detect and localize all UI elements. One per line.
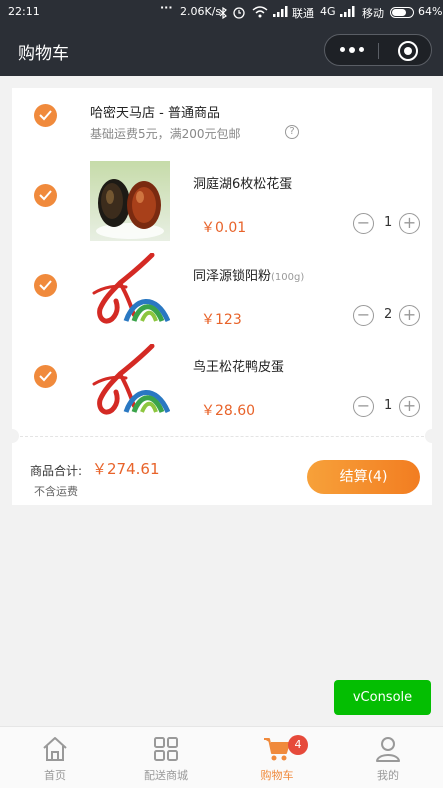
item-select-checkbox[interactable]	[34, 274, 57, 297]
increase-quantity-button[interactable]: +	[399, 305, 420, 326]
product-price: ￥0.01	[201, 220, 247, 236]
signal-icon	[340, 6, 355, 17]
notification-dots-icon: ···	[160, 1, 173, 14]
tab-label: 配送商城	[144, 769, 188, 782]
brand-logo-image	[92, 253, 170, 324]
product-price: ￥28.60	[201, 403, 256, 419]
decrease-quantity-button[interactable]: −	[353, 213, 374, 234]
check-icon	[39, 280, 52, 291]
shop-select-checkbox[interactable]	[34, 104, 57, 127]
home-icon	[43, 737, 67, 761]
quantity-value: 2	[384, 307, 393, 322]
quantity-value: 1	[384, 398, 393, 413]
tab-bar: 首页 配送商城 4 购物车 我的	[0, 726, 443, 788]
tab-mine[interactable]: 我的	[333, 727, 443, 788]
help-icon[interactable]: ?	[285, 125, 299, 139]
bluetooth-icon	[219, 7, 227, 19]
tab-delivery-mall[interactable]: 配送商城	[111, 727, 221, 788]
close-target-icon[interactable]	[398, 41, 418, 61]
cart-item: 鸟王松花鸭皮蛋 ￥28.60 − 1 +	[12, 344, 432, 434]
increase-quantity-button[interactable]: +	[399, 396, 420, 417]
tab-label: 首页	[44, 769, 66, 782]
cart-count-badge: 4	[288, 735, 308, 755]
decrease-quantity-button[interactable]: −	[353, 396, 374, 417]
status-speed: 2.06K/s	[180, 5, 222, 18]
product-image[interactable]	[90, 161, 170, 241]
checkout-button[interactable]: 结算(4)	[307, 460, 420, 494]
mini-program-capsule	[324, 34, 432, 66]
tab-label: 购物车	[260, 769, 294, 782]
cart-item: 同泽源锁阳粉(100g) ￥123 − 2 +	[12, 253, 432, 343]
brand-logo-image	[92, 344, 170, 415]
wifi-icon	[252, 6, 268, 18]
shipping-note: 基础运费5元，满200元包邮	[90, 127, 241, 141]
battery-icon	[390, 7, 414, 18]
total-value: ￥274.61	[92, 460, 160, 478]
vconsole-button[interactable]: vConsole	[334, 680, 431, 715]
shop-name: 哈密天马店 - 普通商品	[90, 106, 220, 121]
product-image[interactable]	[90, 344, 170, 424]
check-icon	[39, 190, 52, 201]
signal-icon	[273, 6, 288, 17]
check-icon	[39, 371, 52, 382]
total-label: 商品合计:	[30, 464, 83, 478]
cart-icon	[264, 738, 290, 761]
status-bar: 22:11 ··· 2.06K/s 联通 4G 移动 64%	[0, 0, 443, 24]
status-time: 22:11	[8, 5, 40, 18]
battery-percent: 64%	[418, 5, 443, 18]
item-select-checkbox[interactable]	[34, 365, 57, 388]
check-icon	[39, 110, 52, 121]
preserved-egg-image	[96, 179, 164, 239]
nav-bar: 购物车	[0, 24, 443, 76]
cart-item: 洞庭湖6枚松花蛋 ￥0.01 − 1 +	[12, 161, 432, 251]
product-price: ￥123	[201, 312, 242, 328]
user-icon	[376, 737, 400, 762]
tab-cart[interactable]: 4 购物车	[222, 727, 332, 788]
product-image[interactable]	[90, 253, 170, 333]
no-shipping-note: 不含运费	[34, 485, 78, 498]
product-name[interactable]: 洞庭湖6枚松花蛋	[193, 173, 292, 192]
increase-quantity-button[interactable]: +	[399, 213, 420, 234]
grid-icon	[154, 737, 178, 761]
product-spec: (100g)	[271, 272, 305, 283]
product-name[interactable]: 鸟王松花鸭皮蛋	[193, 356, 284, 375]
quantity-value: 1	[384, 215, 393, 230]
cart-card: 哈密天马店 - 普通商品 基础运费5元，满200元包邮 ? 洞庭湖6枚松花蛋 ￥…	[5, 88, 439, 505]
status-carrier-1: 联通	[292, 7, 314, 20]
decrease-quantity-button[interactable]: −	[353, 305, 374, 326]
status-network: 4G	[320, 5, 336, 18]
divider	[20, 436, 424, 437]
more-menu-icon[interactable]	[340, 46, 364, 53]
alarm-icon	[233, 7, 245, 19]
status-carrier-2: 移动	[362, 7, 384, 20]
page-title: 购物车	[18, 44, 69, 64]
product-name[interactable]: 同泽源锁阳粉(100g)	[193, 265, 304, 284]
tab-label: 我的	[377, 769, 399, 782]
item-select-checkbox[interactable]	[34, 184, 57, 207]
tab-home[interactable]: 首页	[0, 727, 110, 788]
